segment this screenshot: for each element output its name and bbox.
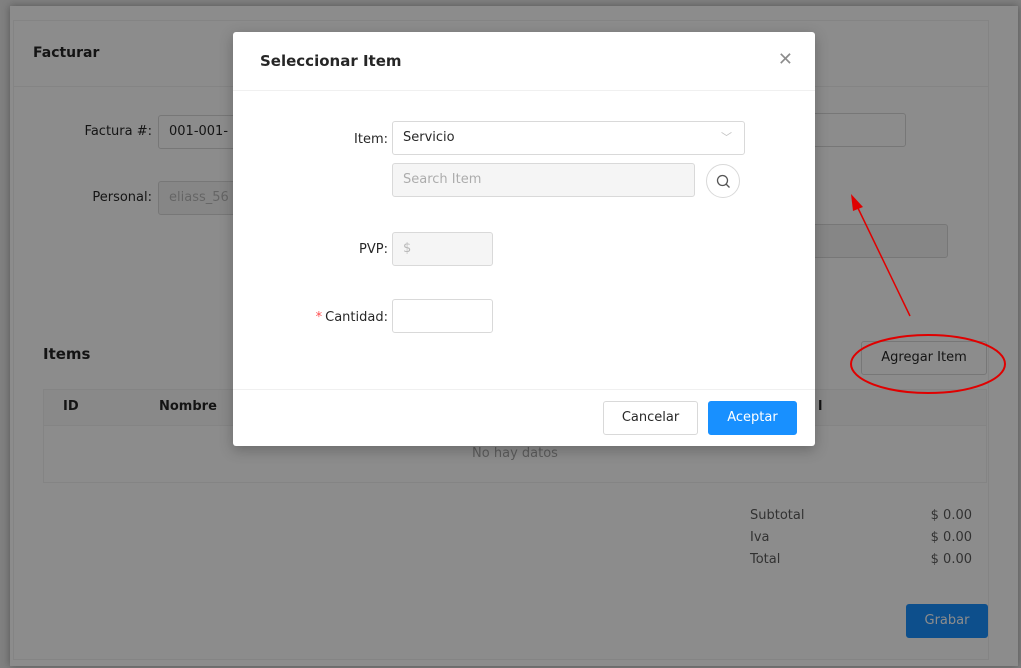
pvp-input: $: [392, 232, 493, 266]
accept-button[interactable]: Aceptar: [708, 401, 797, 435]
cancel-button[interactable]: Cancelar: [603, 401, 698, 435]
search-button[interactable]: [706, 164, 740, 198]
modal-title: Seleccionar Item: [260, 52, 402, 70]
item-label: Item:: [354, 132, 388, 147]
cantidad-input[interactable]: [392, 299, 493, 333]
required-mark: *: [315, 310, 323, 325]
item-select[interactable]: Servicio ﹀: [392, 121, 745, 155]
cantidad-label: * Cantidad:: [315, 310, 388, 325]
search-icon: [716, 174, 730, 188]
chevron-down-icon: ﹀: [721, 131, 732, 144]
modal-header: Seleccionar Item ✕: [233, 32, 815, 91]
modal-footer: Cancelar Aceptar: [233, 389, 815, 446]
search-item-input[interactable]: Search Item: [392, 163, 695, 197]
select-item-modal: Seleccionar Item ✕ Item: Servicio ﹀ Sear…: [233, 32, 815, 446]
item-select-value: Servicio: [403, 130, 455, 145]
close-icon[interactable]: ✕: [778, 50, 793, 70]
pvp-label: PVP:: [359, 242, 388, 257]
